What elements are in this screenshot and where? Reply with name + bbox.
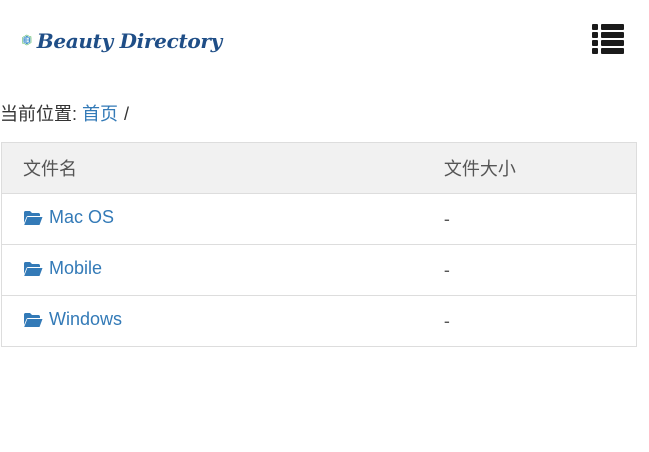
column-header-filesize: 文件大小	[422, 142, 637, 194]
table-row: Mac OS -	[0, 193, 637, 245]
table-row: Windows -	[0, 295, 637, 347]
breadcrumb-separator: /	[124, 104, 130, 124]
file-table: 文件名 文件大小 Mac OS - Mobile - Windows -	[0, 142, 637, 347]
list-icon	[592, 24, 624, 54]
breadcrumb-home-link[interactable]: 首页	[82, 104, 118, 124]
breadcrumb: 当前位置: 首页 /	[0, 101, 129, 127]
table-header-row: 文件名 文件大小	[0, 142, 637, 194]
table-row: Mobile -	[0, 244, 637, 296]
folder-name: Windows	[49, 309, 123, 330]
folder-open-icon	[23, 210, 43, 226]
file-name-cell: Mac OS	[0, 193, 423, 245]
logo-text: Beauty Directory	[36, 29, 223, 53]
folder-open-icon	[23, 261, 43, 277]
server-hexagon-icon	[22, 34, 32, 46]
site-header: Beauty Directory	[0, 0, 649, 82]
folder-name: Mobile	[49, 258, 103, 279]
folder-link-mobile[interactable]: Mobile	[23, 258, 102, 279]
folder-open-icon	[23, 312, 43, 328]
folder-link-windows[interactable]: Windows	[23, 309, 122, 330]
site-logo-link[interactable]: Beauty Directory	[22, 16, 222, 64]
folder-name: Mac OS	[49, 207, 115, 228]
folder-link-mac-os[interactable]: Mac OS	[23, 207, 114, 228]
file-size-cell: -	[422, 244, 637, 296]
column-header-filename: 文件名	[0, 142, 423, 194]
menu-toggle-button[interactable]	[592, 24, 624, 54]
file-size-cell: -	[422, 295, 637, 347]
file-name-cell: Windows	[0, 295, 423, 347]
file-name-cell: Mobile	[0, 244, 423, 296]
file-size-cell: -	[422, 193, 637, 245]
breadcrumb-prefix: 当前位置:	[0, 104, 78, 124]
